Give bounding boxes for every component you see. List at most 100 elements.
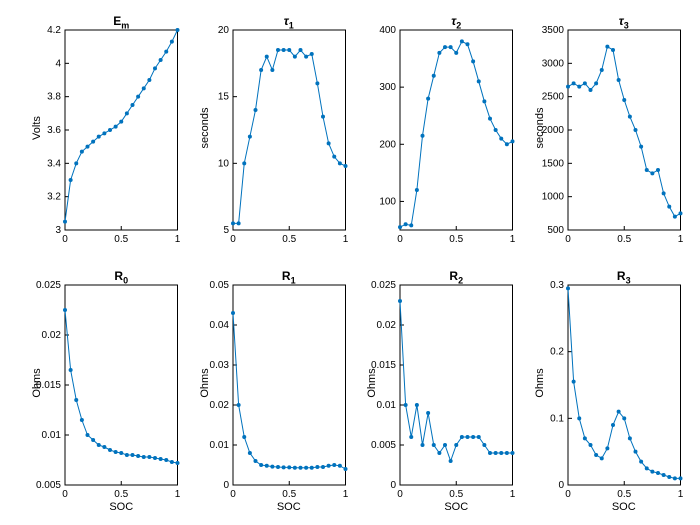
data-marker [650, 470, 654, 474]
data-marker [644, 168, 648, 172]
data-marker [398, 225, 402, 229]
y-tick-label: 200 [379, 139, 396, 150]
plot-area: 00.510.0050.010.0150.020.025 [65, 285, 178, 485]
data-marker [309, 466, 313, 470]
x-tick-label: 0 [230, 489, 236, 500]
data-marker [599, 68, 603, 72]
data-marker [86, 433, 90, 437]
data-marker [571, 81, 575, 85]
data-marker [432, 74, 436, 78]
data-marker [616, 78, 620, 82]
data-marker [242, 161, 246, 165]
data-marker [471, 435, 475, 439]
data-marker [176, 461, 180, 465]
data-marker [119, 120, 123, 124]
data-marker [588, 443, 592, 447]
plot-area: 00.5133.23.43.63.844.2 [65, 30, 178, 230]
data-marker [321, 115, 325, 119]
data-marker [337, 161, 341, 165]
x-tick-label: 0 [565, 234, 571, 245]
data-marker [253, 108, 257, 112]
data-marker [125, 111, 129, 115]
y-tick-label: 3 [55, 225, 61, 236]
data-marker [466, 435, 470, 439]
data-marker [125, 453, 129, 457]
data-marker [672, 476, 676, 480]
plot-title: R2 [400, 269, 513, 285]
data-marker [304, 55, 308, 59]
data-marker [599, 456, 603, 460]
x-tick-label: 1 [175, 489, 181, 500]
data-marker [315, 465, 319, 469]
data-marker [264, 55, 268, 59]
y-tick-label: 100 [379, 196, 396, 207]
data-marker [566, 286, 570, 290]
data-marker [426, 97, 430, 101]
data-marker [421, 134, 425, 138]
data-marker [432, 443, 436, 447]
data-marker [164, 458, 168, 462]
x-tick-label: 0.5 [282, 489, 296, 500]
data-marker [287, 465, 291, 469]
data-marker [633, 128, 637, 132]
data-marker [505, 142, 509, 146]
data-marker [153, 456, 157, 460]
data-marker [594, 453, 598, 457]
data-marker [309, 52, 313, 56]
data-marker [656, 471, 660, 475]
data-marker [69, 368, 73, 372]
y-tick-label: 0.02 [209, 400, 229, 411]
plot-title: Em [65, 14, 178, 30]
data-marker [577, 416, 581, 420]
data-marker [170, 40, 174, 44]
data-marker [74, 161, 78, 165]
data-marker [298, 466, 302, 470]
data-marker [114, 450, 118, 454]
data-marker [332, 155, 336, 159]
y-tick-label: 400 [379, 25, 396, 36]
subplot-7: R3OhmsSOC00.5100.10.20.3 [568, 285, 681, 485]
subplot-2: τ200.51100200300400 [400, 30, 513, 230]
y-tick-label: 10 [217, 158, 229, 169]
data-marker [153, 66, 157, 70]
data-marker [326, 141, 330, 145]
data-series-line [65, 310, 178, 463]
data-marker [315, 81, 319, 85]
plot-area: 00.5100.0050.010.0150.020.025 [400, 285, 513, 485]
x-tick-label: 1 [677, 489, 683, 500]
y-tick-label: 0.01 [209, 440, 229, 451]
data-marker [170, 460, 174, 464]
subplot-5: R1OhmsSOC00.5100.010.020.030.040.05 [233, 285, 346, 485]
data-marker [449, 459, 453, 463]
data-marker [108, 128, 112, 132]
data-marker [159, 457, 163, 461]
data-marker [443, 443, 447, 447]
data-marker [304, 466, 308, 470]
data-marker [247, 135, 251, 139]
data-marker [80, 418, 84, 422]
y-tick-label: 3.8 [47, 92, 61, 103]
y-tick-label: 15 [217, 92, 229, 103]
data-marker [494, 128, 498, 132]
data-marker [276, 465, 280, 469]
data-marker [231, 221, 235, 225]
y-axis-label: Ohms [534, 283, 546, 483]
plot-title: τ1 [233, 14, 346, 30]
y-tick-label: 0.2 [550, 347, 564, 358]
x-axis-label: SOC [400, 501, 513, 513]
data-marker [97, 443, 101, 447]
data-marker [460, 435, 464, 439]
data-marker [627, 436, 631, 440]
data-marker [622, 98, 626, 102]
y-tick-label: 0 [390, 480, 396, 491]
data-marker [678, 476, 682, 480]
y-axis-label: seconds [534, 28, 546, 228]
x-tick-label: 0.5 [282, 234, 296, 245]
data-marker [656, 168, 660, 172]
data-marker [142, 86, 146, 90]
data-marker [91, 140, 95, 144]
data-marker [594, 81, 598, 85]
data-marker [247, 451, 251, 455]
x-axis-label: SOC [65, 501, 178, 513]
data-marker [409, 435, 413, 439]
